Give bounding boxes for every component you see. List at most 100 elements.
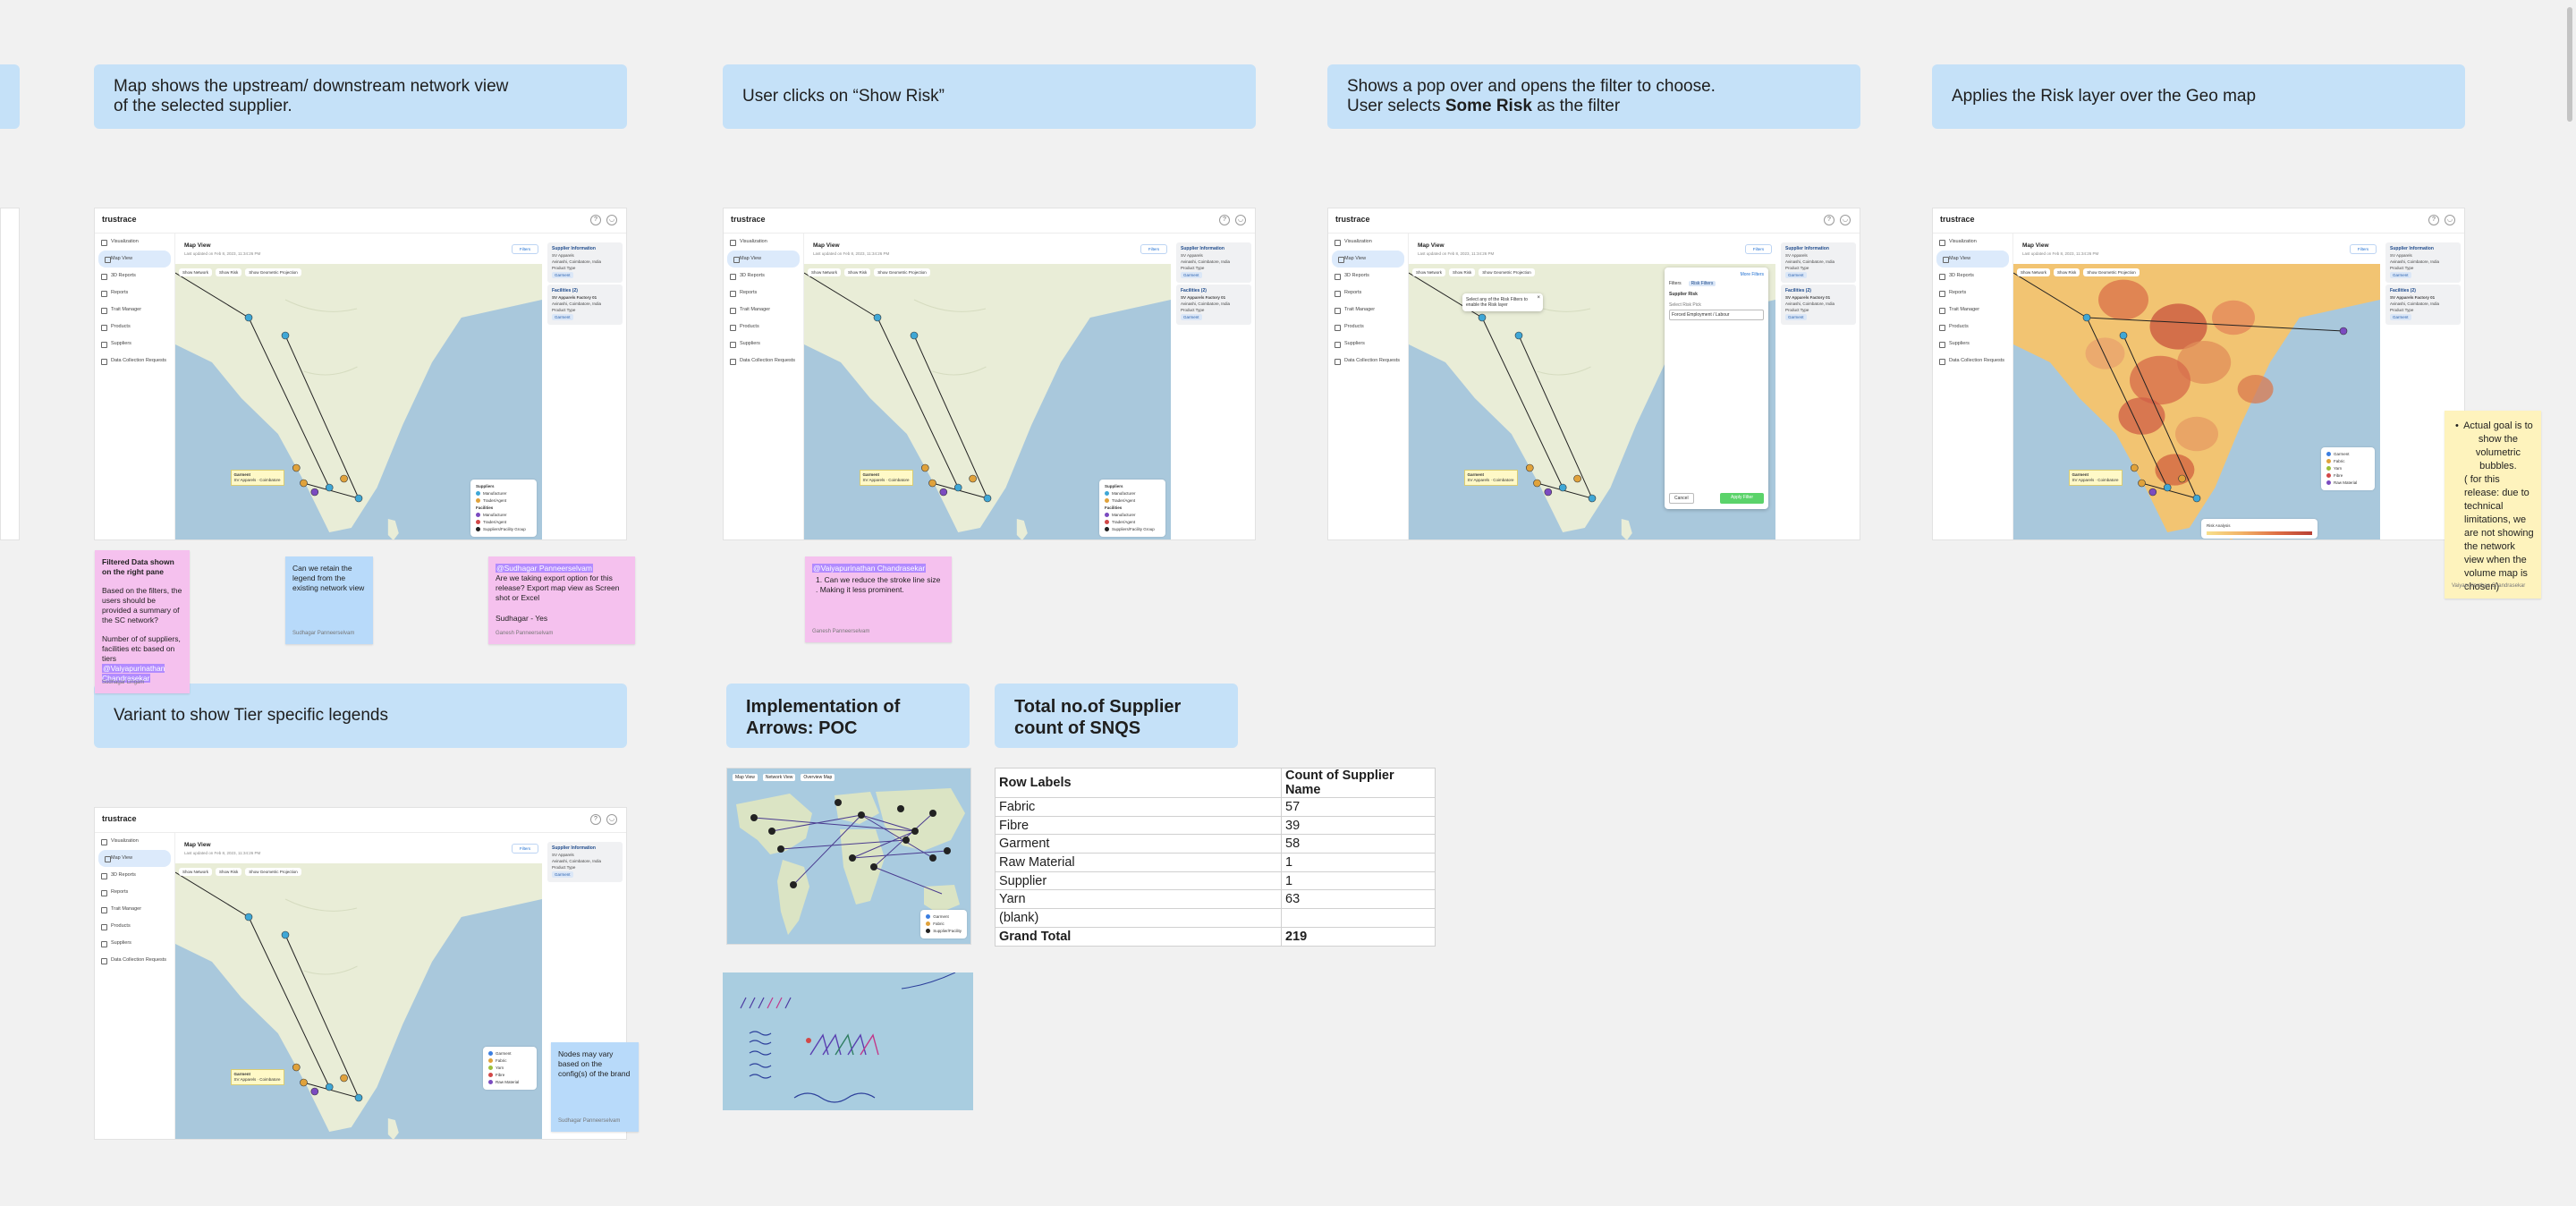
show-risk-toggle[interactable]: Show Risk (844, 268, 871, 276)
nav-products[interactable]: Products (95, 918, 174, 935)
nav-reports[interactable]: Reports (1328, 285, 1408, 302)
network-node (244, 913, 253, 921)
last-updated-text: Last updated on Feb 8, 2023, 11:34:26 PM (184, 251, 261, 256)
nav-products[interactable]: Products (1328, 318, 1408, 335)
legend-label: Garment (496, 1051, 512, 1056)
help-icon[interactable]: ? (1824, 215, 1835, 225)
show-risk-toggle[interactable]: Show Risk (216, 268, 242, 276)
user-avatar-icon[interactable]: ◡ (606, 215, 617, 225)
poc-tab[interactable]: Overview Map (801, 774, 835, 781)
nav-data-collection[interactable]: Data Collection Requests (1933, 352, 2012, 369)
show-risk-toggle[interactable]: Show Risk (1449, 268, 1476, 276)
show-risk-toggle[interactable]: Show Risk (216, 867, 242, 876)
nav-reports[interactable]: Reports (724, 285, 803, 302)
nav-visualization[interactable]: Visualization (1933, 234, 2012, 251)
network-node (1526, 463, 1534, 472)
product-type-label: Product Type (552, 266, 576, 270)
nav-data-collection[interactable]: Data Collection Requests (95, 952, 174, 969)
sticky-retain-legend: Can we retain the legend from the existi… (285, 556, 373, 644)
close-icon[interactable]: × (1537, 295, 1540, 301)
show-projection-toggle[interactable]: Show Geometric Projection (1479, 268, 1535, 276)
nav-map-view[interactable]: Map View (98, 850, 171, 867)
user-avatar-icon[interactable]: ◡ (606, 814, 617, 825)
nav-reports[interactable]: Reports (95, 285, 174, 302)
nav-data-collection[interactable]: Data Collection Requests (1328, 352, 1408, 369)
nav-map-view[interactable]: Map View (1332, 251, 1404, 268)
label-sub: SV Apparels · Coimbatore (862, 478, 910, 482)
nav-visualization[interactable]: Visualization (95, 833, 174, 850)
risk-scale-title: Risk Analysis (2207, 523, 2231, 528)
nav-reports[interactable]: Reports (1933, 285, 2012, 302)
nav-visualization[interactable]: Visualization (724, 234, 803, 251)
legend-dot-icon (1105, 527, 1109, 532)
product-type-label: Product Type (1181, 308, 1205, 312)
filters-button[interactable]: Filters (1140, 244, 1167, 254)
help-icon[interactable]: ? (590, 215, 601, 225)
filters-button[interactable]: Filters (512, 844, 538, 854)
risk-region (2212, 300, 2255, 335)
show-network-toggle[interactable]: Show Network (2017, 268, 2051, 276)
user-avatar-icon[interactable]: ◡ (2445, 215, 2455, 225)
nav-3d-reports[interactable]: 3D Reports (1328, 268, 1408, 285)
apply-filter-button[interactable]: Apply Filter (1719, 493, 1764, 504)
nav-suppliers[interactable]: Suppliers (1933, 335, 2012, 352)
poc-tab[interactable]: Map View (733, 774, 758, 781)
show-projection-toggle[interactable]: Show Geometric Projection (2083, 268, 2140, 276)
tab-risk-filters[interactable]: Risk Filters (1688, 281, 1716, 286)
nav-suppliers[interactable]: Suppliers (95, 335, 174, 352)
nav-trait-manager[interactable]: Trait Manager (1933, 302, 2012, 318)
nav-products[interactable]: Products (95, 318, 174, 335)
nav-suppliers[interactable]: Suppliers (95, 935, 174, 952)
help-icon[interactable]: ? (590, 814, 601, 825)
nav-visualization[interactable]: Visualization (1328, 234, 1408, 251)
nav-products[interactable]: Products (1933, 318, 2012, 335)
nav-3d-reports[interactable]: 3D Reports (724, 268, 803, 285)
nav-data-collection[interactable]: Data Collection Requests (724, 352, 803, 369)
show-network-toggle[interactable]: Show Network (808, 268, 842, 276)
canvas-scrollbar[interactable] (2567, 7, 2572, 122)
filters-button[interactable]: Filters (2350, 244, 2377, 254)
nav-trait-manager[interactable]: Trait Manager (95, 901, 174, 918)
legend-dot-icon (2326, 466, 2331, 471)
poc-tab[interactable]: Network View (762, 774, 796, 781)
nav-trait-manager[interactable]: Trait Manager (95, 302, 174, 318)
legend-label: Yarn (496, 1066, 504, 1070)
count-cell: 1 (1281, 871, 1436, 891)
show-projection-toggle[interactable]: Show Geometric Projection (245, 268, 301, 276)
show-network-toggle[interactable]: Show Network (1412, 268, 1446, 276)
filter-more-label[interactable]: More Filters (1669, 272, 1764, 277)
mention-tag[interactable]: @Sudhagar Panneerselvam (496, 564, 593, 573)
show-projection-toggle[interactable]: Show Geometric Projection (874, 268, 930, 276)
show-projection-toggle[interactable]: Show Geometric Projection (245, 867, 301, 876)
show-network-toggle[interactable]: Show Network (179, 268, 213, 276)
nav-trait-manager[interactable]: Trait Manager (724, 302, 803, 318)
nav-suppliers[interactable]: Suppliers (1328, 335, 1408, 352)
nav-map-view[interactable]: Map View (98, 251, 171, 268)
nav-3d-reports[interactable]: 3D Reports (95, 268, 174, 285)
filters-button[interactable]: Filters (1745, 244, 1772, 254)
nav-3d-reports[interactable]: 3D Reports (1933, 268, 2012, 285)
network-node (910, 331, 919, 340)
nav-visualization[interactable]: Visualization (95, 234, 174, 251)
nav-reports[interactable]: Reports (95, 884, 174, 901)
show-risk-toggle[interactable]: Show Risk (2054, 268, 2080, 276)
nav-suppliers[interactable]: Suppliers (724, 335, 803, 352)
nav-data-collection[interactable]: Data Collection Requests (95, 352, 174, 369)
cancel-button[interactable]: Cancel (1669, 493, 1694, 504)
filters-button[interactable]: Filters (512, 244, 538, 254)
tab-filters[interactable]: Filters (1669, 281, 1682, 286)
user-avatar-icon[interactable]: ◡ (1235, 215, 1246, 225)
show-network-toggle[interactable]: Show Network (179, 867, 213, 876)
mention-tag[interactable]: @Vaiyapurinathan Chandrasekar (812, 564, 927, 573)
nav-products[interactable]: Products (724, 318, 803, 335)
nav-map-view[interactable]: Map View (727, 251, 800, 268)
nav-trait-manager[interactable]: Trait Manager (1328, 302, 1408, 318)
legend-row: Yarn (2326, 465, 2369, 472)
nav-map-view[interactable]: Map View (1936, 251, 2009, 268)
risk-select-dropdown[interactable]: Forced Employment / Labour (1669, 310, 1764, 320)
nav-3d-reports[interactable]: 3D Reports (95, 867, 174, 884)
user-avatar-icon[interactable]: ◡ (1840, 215, 1851, 225)
legend-label: Fabric (933, 921, 945, 926)
help-icon[interactable]: ? (2428, 215, 2439, 225)
help-icon[interactable]: ? (1219, 215, 1230, 225)
